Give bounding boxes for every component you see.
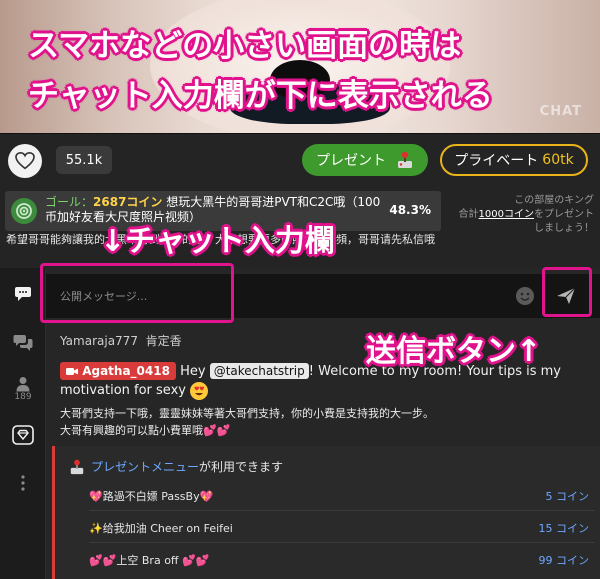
send-button-highlight-box: [542, 267, 592, 317]
rail-more-button[interactable]: [0, 472, 46, 494]
joystick-icon: [70, 459, 84, 474]
model-username-badge[interactable]: Agatha_0418: [60, 362, 176, 380]
emoji-picker-icon[interactable]: [516, 287, 534, 305]
king-line1: この部屋のキング: [514, 195, 594, 206]
present-menu-item-price: 5 コイン: [545, 490, 590, 503]
menu-divider: [89, 510, 595, 511]
joystick-icon: [396, 151, 414, 169]
model-message-continued: 大哥們支持一下哦，靈靈妹妹等著大哥們支持，你的小費是支持我的大一步。 大哥有興趣…: [60, 405, 580, 439]
present-menu: プレゼントメニューが利用できます 💖路過不白嫖 PassBy💖 5 コイン ✨给…: [52, 446, 600, 579]
target-icon: [11, 198, 37, 224]
camera-icon: [66, 368, 78, 375]
video-watermark: CHAT: [539, 104, 582, 119]
follower-count: 55.1k: [56, 146, 112, 174]
goal-prefix: ゴール：: [45, 195, 94, 209]
private-show-button[interactable]: プライベート 60tk: [440, 144, 588, 176]
present-menu-item[interactable]: ✨给我加油 Cheer on Feifei 15 コイン: [89, 520, 589, 540]
rail-private-messages-tab[interactable]: [0, 330, 46, 356]
user-icon: [16, 377, 30, 392]
present-menu-link[interactable]: プレゼントメニュー: [91, 460, 199, 474]
private-label: プライベート: [454, 153, 539, 169]
model-username: Agatha_0418: [82, 364, 170, 378]
chat-message: Yamaraja777 肯定香: [60, 332, 182, 349]
private-price: 60tk: [542, 152, 574, 168]
chat-input-highlight-box: [40, 263, 234, 323]
heart-eyes-emoji-icon: [190, 381, 209, 400]
present-menu-item[interactable]: 💖路過不白嫖 PassBy💖 5 コイン: [89, 488, 589, 508]
follow-heart-button[interactable]: [8, 144, 42, 178]
diamond-icon: [12, 425, 34, 445]
king-line2-prefix: 合計: [458, 209, 479, 220]
model-message-line2: 大哥們支持一下哦，靈靈妹妹等著大哥們支持，你的小費是支持我的大一步。: [60, 407, 434, 420]
chat-message-text: 肯定香: [145, 334, 182, 348]
action-bar: 55.1k プレゼント プライベート 60tk: [0, 133, 600, 186]
present-menu-item-price: 99 コイン: [538, 554, 590, 567]
present-menu-item[interactable]: 💕💕上空 Bra off 💕💕 99 コイン: [89, 552, 589, 572]
viewer-count: 189: [14, 392, 32, 402]
menu-divider: [89, 542, 595, 543]
rail-token-tab[interactable]: [0, 422, 46, 448]
screen: CHAT スマホなどの小さい画面の時は チャット入力欄が下に表示される 55.1…: [0, 0, 600, 579]
present-menu-item-label: 💖路過不白嫖 PassBy💖: [89, 490, 214, 503]
king-line2-suffix: をプレゼント: [534, 209, 594, 220]
model-message-hey: Hey: [180, 364, 206, 379]
king-amount-link[interactable]: 1000コイン: [479, 209, 534, 220]
present-menu-title-rest: が利用できます: [199, 460, 284, 474]
king-info: この部屋のキング 合計1000コインをプレゼント しましょう！: [446, 194, 594, 236]
annotation-send-button: 送信ボタン↑: [366, 334, 542, 369]
present-menu-header: プレゼントメニューが利用できます: [69, 458, 283, 475]
present-button[interactable]: プレゼント: [302, 144, 428, 176]
annotation-top-line2: チャット入力欄が下に表示される: [28, 78, 493, 114]
present-menu-item-label: 💕💕上空 Bra off 💕💕: [89, 554, 210, 567]
annotation-top-line1: スマホなどの小さい画面の時は: [28, 28, 462, 64]
king-line3: しましょう！: [534, 223, 594, 234]
rail-viewers-tab[interactable]: 189: [0, 372, 46, 406]
present-label: プレゼント: [316, 153, 386, 169]
goal-percent: 48.3%: [389, 203, 431, 217]
present-menu-item-price: 15 コイン: [538, 522, 590, 535]
annotation-chat-input: ↓チャット入力欄: [100, 224, 335, 259]
mention-tag[interactable]: @takechatstrip: [209, 363, 309, 379]
goal-amount: 2687コイン: [93, 195, 163, 209]
chat-username[interactable]: Yamaraja777: [60, 334, 138, 348]
model-message-line3: 大哥有興趣的可以點小費單哦💕💕: [60, 424, 231, 437]
model-message-text-b: motivation for sexy: [60, 383, 186, 398]
goal-text-line1: 想玩大黑牛的哥哥进PVT和C2C哦（100: [162, 195, 381, 209]
present-menu-item-label: ✨给我加油 Cheer on Feifei: [89, 522, 233, 535]
chat-bubble-icon: [15, 287, 31, 301]
heart-icon: [15, 152, 35, 170]
messages-icon: [13, 335, 33, 351]
more-vertical-icon: [21, 475, 25, 491]
